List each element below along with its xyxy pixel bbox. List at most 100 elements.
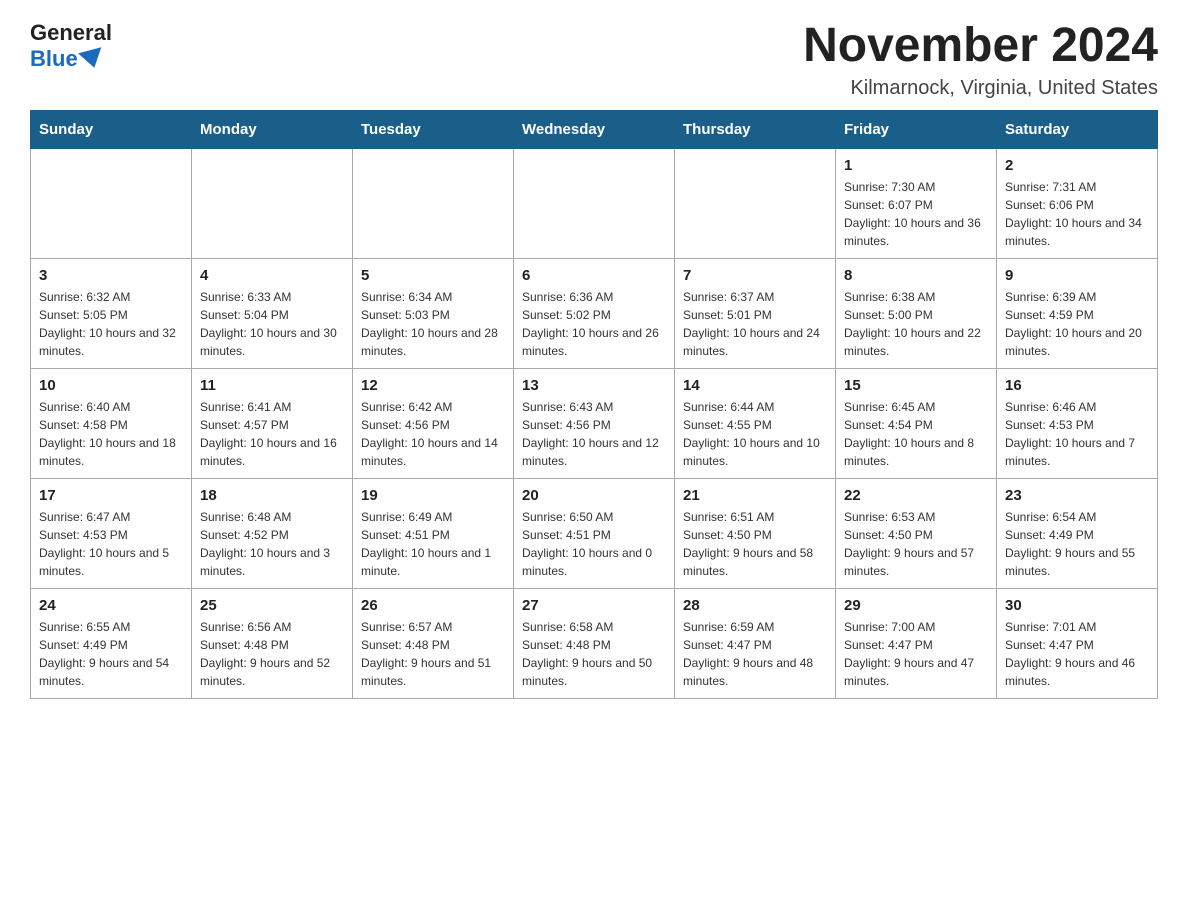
day-info: Sunrise: 6:36 AMSunset: 5:02 PMDaylight:… (522, 288, 666, 360)
calendar-cell: 6 Sunrise: 6:36 AMSunset: 5:02 PMDaylight… (514, 258, 675, 368)
day-number: 2 (1005, 157, 1149, 174)
calendar-cell: 4 Sunrise: 6:33 AMSunset: 5:04 PMDaylight… (192, 258, 353, 368)
day-info: Sunrise: 6:58 AMSunset: 4:48 PMDaylight:… (522, 618, 666, 690)
calendar-cell: 12 Sunrise: 6:42 AMSunset: 4:56 PMDayligh… (353, 368, 514, 478)
day-number: 23 (1005, 487, 1149, 504)
day-info: Sunrise: 6:40 AMSunset: 4:58 PMDaylight:… (39, 398, 183, 470)
header-friday: Friday (836, 110, 997, 148)
day-info: Sunrise: 6:41 AMSunset: 4:57 PMDaylight:… (200, 398, 344, 470)
calendar-cell (192, 148, 353, 258)
day-number: 27 (522, 597, 666, 614)
calendar-cell: 14 Sunrise: 6:44 AMSunset: 4:55 PMDayligh… (675, 368, 836, 478)
day-number: 1 (844, 157, 988, 174)
day-number: 29 (844, 597, 988, 614)
calendar-week-5: 24 Sunrise: 6:55 AMSunset: 4:49 PMDayligh… (31, 588, 1158, 698)
day-number: 14 (683, 377, 827, 394)
logo: General Blue (30, 20, 112, 72)
calendar-cell: 20 Sunrise: 6:50 AMSunset: 4:51 PMDayligh… (514, 478, 675, 588)
day-info: Sunrise: 6:48 AMSunset: 4:52 PMDaylight:… (200, 508, 344, 580)
calendar-cell: 25 Sunrise: 6:56 AMSunset: 4:48 PMDayligh… (192, 588, 353, 698)
calendar-cell: 1 Sunrise: 7:30 AMSunset: 6:07 PMDaylight… (836, 148, 997, 258)
calendar-cell: 28Sunrise: 6:59 AMSunset: 4:47 PMDayligh… (675, 588, 836, 698)
logo-triangle-icon (78, 47, 106, 71)
calendar-cell (675, 148, 836, 258)
day-info: Sunrise: 7:30 AMSunset: 6:07 PMDaylight:… (844, 178, 988, 250)
calendar-cell: 22Sunrise: 6:53 AMSunset: 4:50 PMDayligh… (836, 478, 997, 588)
calendar-cell: 10 Sunrise: 6:40 AMSunset: 4:58 PMDayligh… (31, 368, 192, 478)
calendar-cell: 18 Sunrise: 6:48 AMSunset: 4:52 PMDayligh… (192, 478, 353, 588)
day-info: Sunrise: 6:37 AMSunset: 5:01 PMDaylight:… (683, 288, 827, 360)
day-info: Sunrise: 6:57 AMSunset: 4:48 PMDaylight:… (361, 618, 505, 690)
day-number: 4 (200, 267, 344, 284)
calendar-cell: 5 Sunrise: 6:34 AMSunset: 5:03 PMDaylight… (353, 258, 514, 368)
day-info: Sunrise: 6:32 AMSunset: 5:05 PMDaylight:… (39, 288, 183, 360)
calendar-week-4: 17Sunrise: 6:47 AMSunset: 4:53 PMDayligh… (31, 478, 1158, 588)
day-info: Sunrise: 6:59 AMSunset: 4:47 PMDaylight:… (683, 618, 827, 690)
day-number: 9 (1005, 267, 1149, 284)
day-info: Sunrise: 7:01 AMSunset: 4:47 PMDaylight:… (1005, 618, 1149, 690)
day-info: Sunrise: 6:50 AMSunset: 4:51 PMDaylight:… (522, 508, 666, 580)
calendar-cell: 8Sunrise: 6:38 AMSunset: 5:00 PMDaylight… (836, 258, 997, 368)
header-row: Sunday Monday Tuesday Wednesday Thursday… (31, 110, 1158, 148)
calendar-cell: 15 Sunrise: 6:45 AMSunset: 4:54 PMDayligh… (836, 368, 997, 478)
day-info: Sunrise: 6:56 AMSunset: 4:48 PMDaylight:… (200, 618, 344, 690)
day-number: 6 (522, 267, 666, 284)
logo-general-text: General (30, 20, 112, 46)
day-number: 20 (522, 487, 666, 504)
header-monday: Monday (192, 110, 353, 148)
day-number: 26 (361, 597, 505, 614)
day-info: Sunrise: 6:53 AMSunset: 4:50 PMDaylight:… (844, 508, 988, 580)
calendar-week-1: 1 Sunrise: 7:30 AMSunset: 6:07 PMDaylight… (31, 148, 1158, 258)
calendar-cell: 21 Sunrise: 6:51 AMSunset: 4:50 PMDayligh… (675, 478, 836, 588)
day-info: Sunrise: 6:55 AMSunset: 4:49 PMDaylight:… (39, 618, 183, 690)
day-info: Sunrise: 7:00 AMSunset: 4:47 PMDaylight:… (844, 618, 988, 690)
day-info: Sunrise: 6:45 AMSunset: 4:54 PMDaylight:… (844, 398, 988, 470)
day-info: Sunrise: 6:42 AMSunset: 4:56 PMDaylight:… (361, 398, 505, 470)
day-number: 5 (361, 267, 505, 284)
calendar-cell: 9 Sunrise: 6:39 AMSunset: 4:59 PMDaylight… (997, 258, 1158, 368)
header-sunday: Sunday (31, 110, 192, 148)
day-number: 12 (361, 377, 505, 394)
month-title: November 2024 (803, 20, 1158, 73)
logo-blue-text: Blue (30, 46, 104, 72)
calendar-cell: 26 Sunrise: 6:57 AMSunset: 4:48 PMDayligh… (353, 588, 514, 698)
calendar-cell: 29 Sunrise: 7:00 AMSunset: 4:47 PMDayligh… (836, 588, 997, 698)
calendar-cell (353, 148, 514, 258)
calendar-cell (514, 148, 675, 258)
day-info: Sunrise: 6:49 AMSunset: 4:51 PMDaylight:… (361, 508, 505, 580)
calendar-cell: 2Sunrise: 7:31 AMSunset: 6:06 PMDaylight… (997, 148, 1158, 258)
day-number: 19 (361, 487, 505, 504)
day-number: 18 (200, 487, 344, 504)
calendar-cell: 13 Sunrise: 6:43 AMSunset: 4:56 PMDayligh… (514, 368, 675, 478)
day-number: 21 (683, 487, 827, 504)
day-info: Sunrise: 6:34 AMSunset: 5:03 PMDaylight:… (361, 288, 505, 360)
calendar-cell: 17Sunrise: 6:47 AMSunset: 4:53 PMDayligh… (31, 478, 192, 588)
day-number: 25 (200, 597, 344, 614)
day-number: 13 (522, 377, 666, 394)
day-info: Sunrise: 6:39 AMSunset: 4:59 PMDaylight:… (1005, 288, 1149, 360)
calendar-header: Sunday Monday Tuesday Wednesday Thursday… (31, 110, 1158, 148)
day-number: 3 (39, 267, 183, 284)
day-info: Sunrise: 6:33 AMSunset: 5:04 PMDaylight:… (200, 288, 344, 360)
day-info: Sunrise: 6:38 AMSunset: 5:00 PMDaylight:… (844, 288, 988, 360)
day-number: 15 (844, 377, 988, 394)
day-info: Sunrise: 6:44 AMSunset: 4:55 PMDaylight:… (683, 398, 827, 470)
day-number: 10 (39, 377, 183, 394)
calendar-cell: 3 Sunrise: 6:32 AMSunset: 5:05 PMDaylight… (31, 258, 192, 368)
day-number: 24 (39, 597, 183, 614)
location-subtitle: Kilmarnock, Virginia, United States (803, 77, 1158, 100)
header-tuesday: Tuesday (353, 110, 514, 148)
day-info: Sunrise: 6:43 AMSunset: 4:56 PMDaylight:… (522, 398, 666, 470)
calendar-cell: 30 Sunrise: 7:01 AMSunset: 4:47 PMDayligh… (997, 588, 1158, 698)
calendar-cell: 24 Sunrise: 6:55 AMSunset: 4:49 PMDayligh… (31, 588, 192, 698)
page-header: General Blue November 2024 Kilmarnock, V… (30, 20, 1158, 100)
day-number: 30 (1005, 597, 1149, 614)
calendar-cell (31, 148, 192, 258)
day-info: Sunrise: 6:51 AMSunset: 4:50 PMDaylight:… (683, 508, 827, 580)
day-number: 16 (1005, 377, 1149, 394)
title-area: November 2024 Kilmarnock, Virginia, Unit… (803, 20, 1158, 100)
day-number: 7 (683, 267, 827, 284)
day-number: 11 (200, 377, 344, 394)
day-info: Sunrise: 6:54 AMSunset: 4:49 PMDaylight:… (1005, 508, 1149, 580)
calendar-cell: 7 Sunrise: 6:37 AMSunset: 5:01 PMDaylight… (675, 258, 836, 368)
